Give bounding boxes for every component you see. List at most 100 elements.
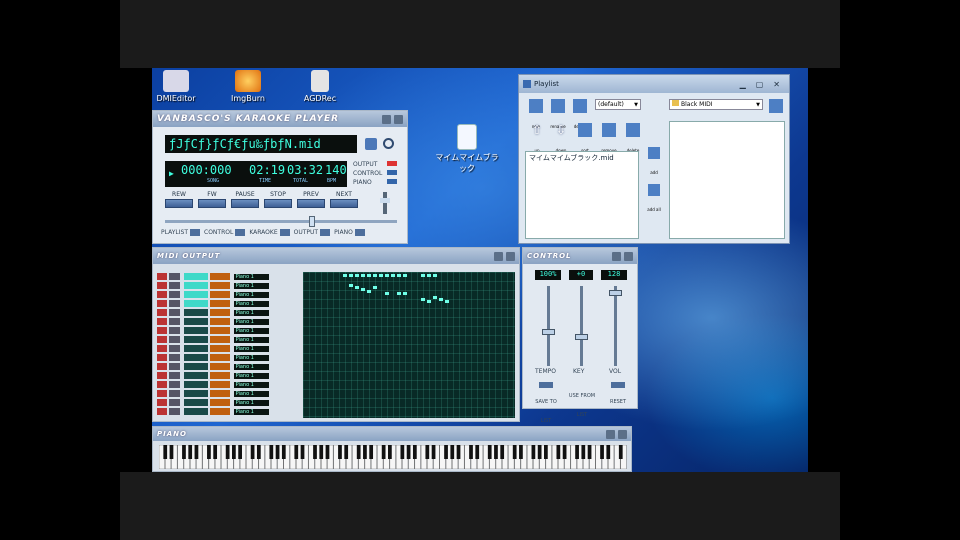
fw-button[interactable]: FW — [198, 191, 226, 208]
black-key[interactable] — [456, 445, 461, 459]
black-key[interactable] — [344, 445, 349, 459]
slider-thumb[interactable] — [542, 328, 555, 335]
mute-button[interactable] — [157, 363, 168, 370]
mute-button[interactable] — [157, 354, 168, 361]
solo-button[interactable] — [169, 372, 180, 379]
playlist-list[interactable]: マイムマイムブラック.mid — [525, 151, 639, 239]
slider-thumb[interactable] — [380, 198, 390, 203]
black-key[interactable] — [294, 445, 299, 459]
channel-row[interactable]: Piano 1 — [157, 317, 269, 326]
black-key[interactable] — [338, 445, 342, 459]
mute-button[interactable] — [157, 381, 168, 388]
mute-button[interactable] — [157, 345, 168, 352]
button-face[interactable] — [611, 382, 625, 388]
black-key[interactable] — [238, 445, 242, 459]
black-key[interactable] — [275, 445, 280, 459]
solo-button[interactable] — [169, 273, 180, 280]
midi-title-bar[interactable]: MIDI OUTPUT — [153, 248, 519, 264]
black-key[interactable] — [500, 445, 505, 459]
close-icon[interactable] — [618, 429, 627, 439]
black-key[interactable] — [519, 445, 523, 459]
side-toggle[interactable]: OUTPUT — [353, 161, 397, 168]
add-button[interactable]: add — [647, 147, 661, 178]
solo-button[interactable] — [169, 336, 180, 343]
use-from-list-button[interactable]: USE FROM LIST — [563, 382, 601, 420]
channel-row[interactable]: Piano 1 — [157, 272, 269, 281]
side-toggle[interactable]: CONTROL — [353, 170, 397, 177]
black-key[interactable] — [269, 445, 274, 459]
black-key[interactable] — [412, 445, 417, 459]
black-key[interactable] — [169, 445, 174, 459]
black-key[interactable] — [388, 445, 392, 459]
channel-row[interactable]: Piano 1 — [157, 344, 269, 353]
solo-button[interactable] — [169, 408, 180, 415]
save-to-list-button[interactable]: SAVE TO LIST — [531, 382, 561, 426]
channel-row[interactable]: Piano 1 — [157, 398, 269, 407]
black-key[interactable] — [250, 445, 255, 459]
black-key[interactable] — [531, 445, 536, 459]
button-face[interactable] — [330, 199, 358, 208]
tempo-slider[interactable] — [542, 286, 555, 366]
close-icon[interactable] — [506, 251, 515, 261]
pin-icon[interactable] — [494, 251, 503, 261]
button-face[interactable] — [198, 199, 226, 208]
desktop-icon-dmieditor[interactable]: DMIEditor — [152, 70, 206, 103]
search-icon[interactable] — [383, 138, 394, 149]
black-key[interactable] — [381, 445, 386, 459]
solo-button[interactable] — [169, 345, 180, 352]
mute-button[interactable] — [157, 399, 168, 406]
black-key[interactable] — [544, 445, 548, 459]
mute-button[interactable] — [157, 318, 168, 325]
piano-keyboard[interactable] — [159, 445, 627, 469]
black-key[interactable] — [369, 445, 374, 459]
black-key[interactable] — [494, 445, 498, 459]
output-toggle[interactable]: OUTPUT — [294, 229, 331, 236]
channel-row[interactable]: Piano 1 — [157, 389, 269, 398]
solo-button[interactable] — [169, 363, 180, 370]
stop-button[interactable]: STOP — [264, 191, 292, 208]
black-key[interactable] — [281, 445, 286, 459]
solo-button[interactable] — [169, 291, 180, 298]
pin-icon[interactable] — [382, 114, 391, 124]
pin-icon[interactable] — [606, 429, 615, 439]
black-key[interactable] — [406, 445, 411, 459]
black-key[interactable] — [319, 445, 324, 459]
black-key[interactable] — [487, 445, 492, 459]
maximize-icon[interactable]: ▢ — [756, 80, 764, 89]
button-face[interactable] — [539, 382, 553, 388]
folder-up-button[interactable] — [769, 99, 783, 113]
channel-row[interactable]: Piano 1 — [157, 290, 269, 299]
black-key[interactable] — [207, 445, 211, 459]
mute-button[interactable] — [157, 408, 168, 415]
seek-thumb[interactable] — [309, 216, 315, 227]
mute-button[interactable] — [157, 327, 168, 334]
black-key[interactable] — [587, 445, 592, 459]
black-key[interactable] — [444, 445, 448, 459]
channel-row[interactable]: Piano 1 — [157, 371, 269, 380]
channel-row[interactable]: Piano 1 — [157, 362, 269, 371]
black-key[interactable] — [182, 445, 186, 459]
black-key[interactable] — [469, 445, 473, 459]
vol-slider[interactable] — [609, 286, 622, 366]
channel-row[interactable]: Piano 1 — [157, 407, 269, 416]
side-toggle[interactable]: PIANO — [353, 179, 397, 186]
black-key[interactable] — [618, 445, 623, 459]
control-title-bar[interactable]: CONTROL — [523, 248, 637, 264]
black-key[interactable] — [300, 445, 305, 459]
black-key[interactable] — [400, 445, 405, 459]
black-key[interactable] — [450, 445, 455, 459]
solo-button[interactable] — [169, 309, 180, 316]
black-key[interactable] — [431, 445, 436, 459]
playlist-toggle[interactable]: PLAYLIST — [161, 229, 200, 236]
piano-toggle[interactable]: PIANO — [334, 229, 365, 236]
solo-button[interactable] — [169, 381, 180, 388]
black-key[interactable] — [537, 445, 542, 459]
add-all-button[interactable]: add all — [647, 184, 661, 215]
mini-volume-slider[interactable] — [380, 192, 390, 214]
mute-button[interactable] — [157, 372, 168, 379]
button-face[interactable] — [264, 199, 292, 208]
mute-button[interactable] — [157, 300, 168, 307]
black-key[interactable] — [225, 445, 230, 459]
desktop-file-icon[interactable]: マイムマイムブラック — [434, 124, 500, 174]
mute-button[interactable] — [157, 336, 168, 343]
